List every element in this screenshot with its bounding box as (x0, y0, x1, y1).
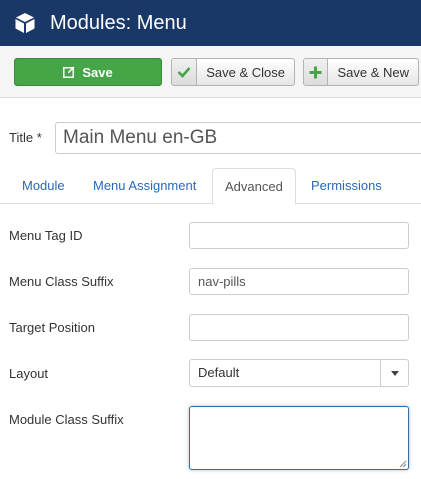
toolbar: Save Save & Close Save & New (0, 46, 421, 98)
edit-icon (63, 66, 75, 78)
page-title: Modules: Menu (50, 11, 187, 34)
chevron-down-icon[interactable] (380, 360, 408, 386)
resize-grip-icon[interactable] (399, 460, 407, 468)
cube-icon (15, 13, 35, 33)
tab-bar: Module Menu Assignment Advanced Permissi… (0, 168, 421, 205)
save-button[interactable]: Save (14, 58, 162, 86)
module-class-suffix-textarea[interactable] (189, 406, 409, 470)
save-close-label: Save & Close (206, 64, 285, 80)
target-position-label: Target Position (9, 320, 95, 335)
save-new-button[interactable]: Save & New (303, 58, 419, 86)
save-button-label: Save (82, 64, 113, 80)
tab-module[interactable]: Module (10, 168, 77, 204)
layout-label: Layout (9, 366, 49, 381)
save-new-label: Save & New (337, 64, 409, 80)
menu-class-suffix-input[interactable]: nav-pills (189, 268, 409, 295)
tab-advanced[interactable]: Advanced (212, 168, 296, 205)
menu-tag-id-label: Menu Tag ID (9, 228, 83, 243)
target-position-input[interactable] (189, 314, 409, 341)
menu-tag-id-input[interactable] (189, 222, 409, 249)
tab-menu-assignment[interactable]: Menu Assignment (81, 168, 208, 204)
save-close-button[interactable]: Save & Close (171, 58, 295, 86)
tab-permissions[interactable]: Permissions (299, 168, 394, 204)
page-header: Modules: Menu (0, 0, 421, 46)
layout-select[interactable]: Default (189, 359, 409, 387)
menu-class-suffix-label: Menu Class Suffix (9, 274, 114, 289)
module-class-suffix-label: Module Class Suffix (9, 412, 124, 427)
plus-icon (304, 59, 329, 85)
title-input[interactable]: Main Menu en-GB (55, 122, 421, 154)
layout-select-value: Default (198, 365, 240, 380)
title-row: Title * Main Menu en-GB (9, 122, 421, 154)
title-label: Title * (9, 130, 42, 145)
check-icon (172, 59, 198, 85)
